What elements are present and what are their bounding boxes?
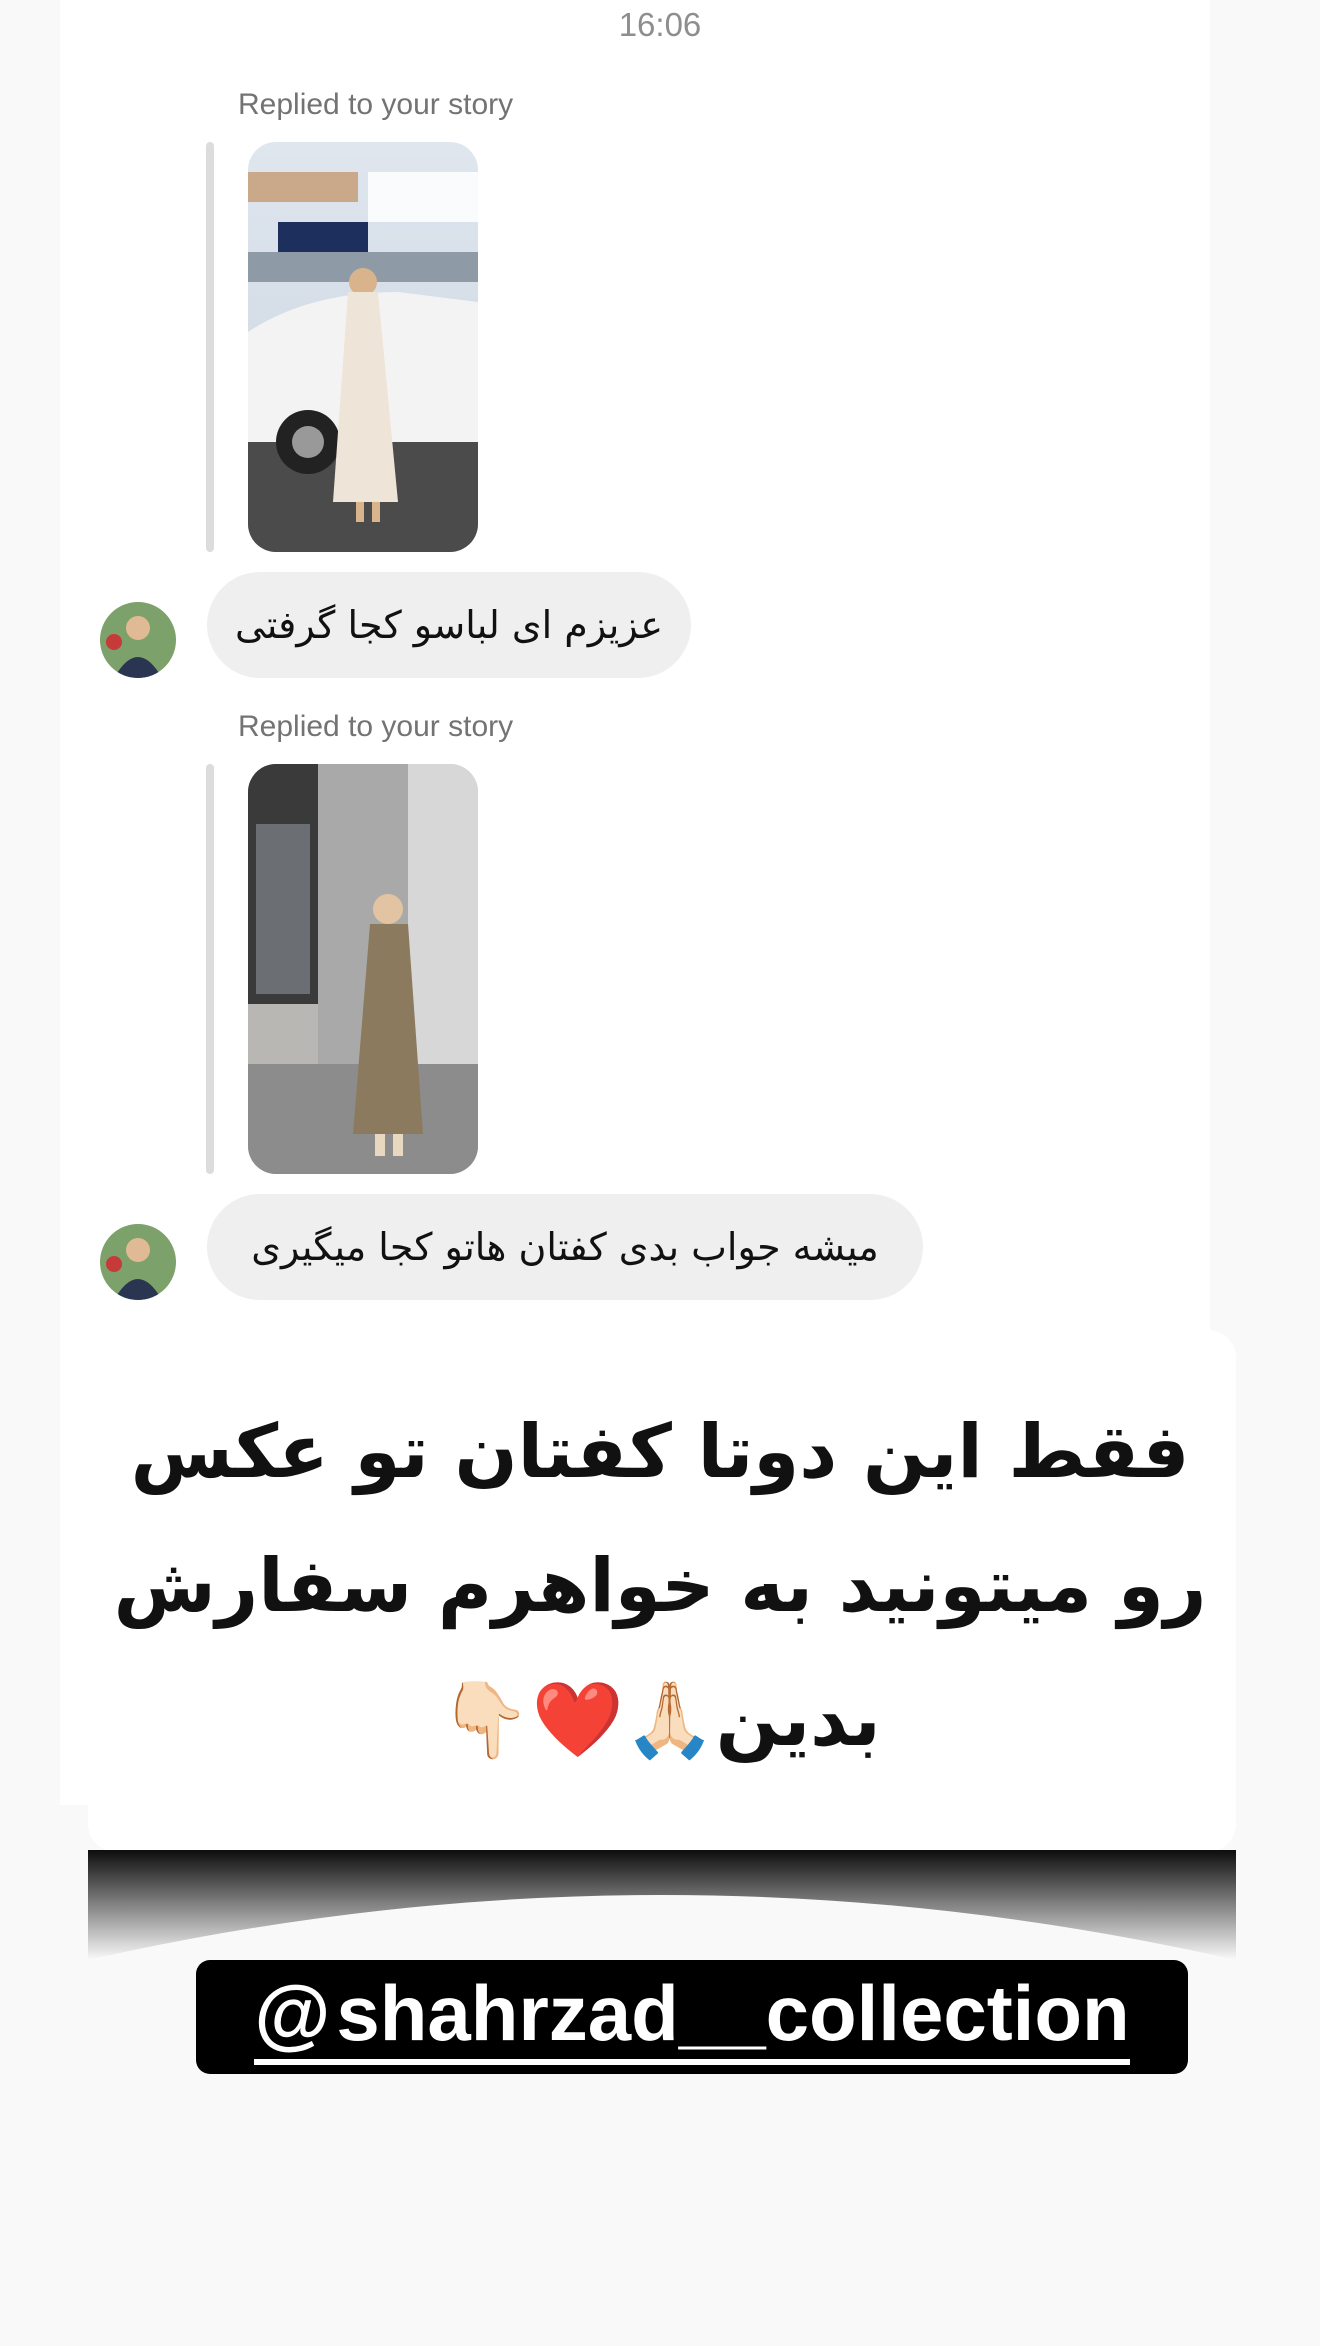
replied-to-story-label: Replied to your story xyxy=(238,88,514,121)
message-bubble: عزیزم ای لباسو کجا گرفتی xyxy=(207,572,691,678)
caption-line: بدین🙏🏻❤️👇🏻 xyxy=(439,1677,881,1763)
mention-sticker[interactable]: @ shahrzad__collection xyxy=(196,1960,1188,2074)
reply-quote-bar xyxy=(206,142,214,552)
sender-avatar[interactable] xyxy=(100,1224,176,1300)
mention-handle: shahrzad__collection xyxy=(336,1969,1130,2057)
card-shadow xyxy=(88,1850,1236,1960)
message-bubble: میشه جواب بدی کفتان هاتو کجا میگیری xyxy=(207,1194,923,1300)
sender-avatar[interactable] xyxy=(100,602,176,678)
threads-icon: @ xyxy=(254,1969,331,2057)
reply-quote-bar xyxy=(206,764,214,1174)
caption-text: فقط این دوتا کفتان تو عکس رو میتونید به … xyxy=(110,1385,1210,1787)
caption-line: رو میتونید به خواهرم سفارش xyxy=(113,1543,1207,1629)
story-thumbnail[interactable] xyxy=(248,764,478,1174)
caption-line: فقط این دوتا کفتان تو عکس xyxy=(130,1409,1190,1495)
story-thumbnail[interactable] xyxy=(248,142,478,552)
timestamp: 16:06 xyxy=(618,6,702,43)
replied-to-story-label: Replied to your story xyxy=(238,710,514,743)
